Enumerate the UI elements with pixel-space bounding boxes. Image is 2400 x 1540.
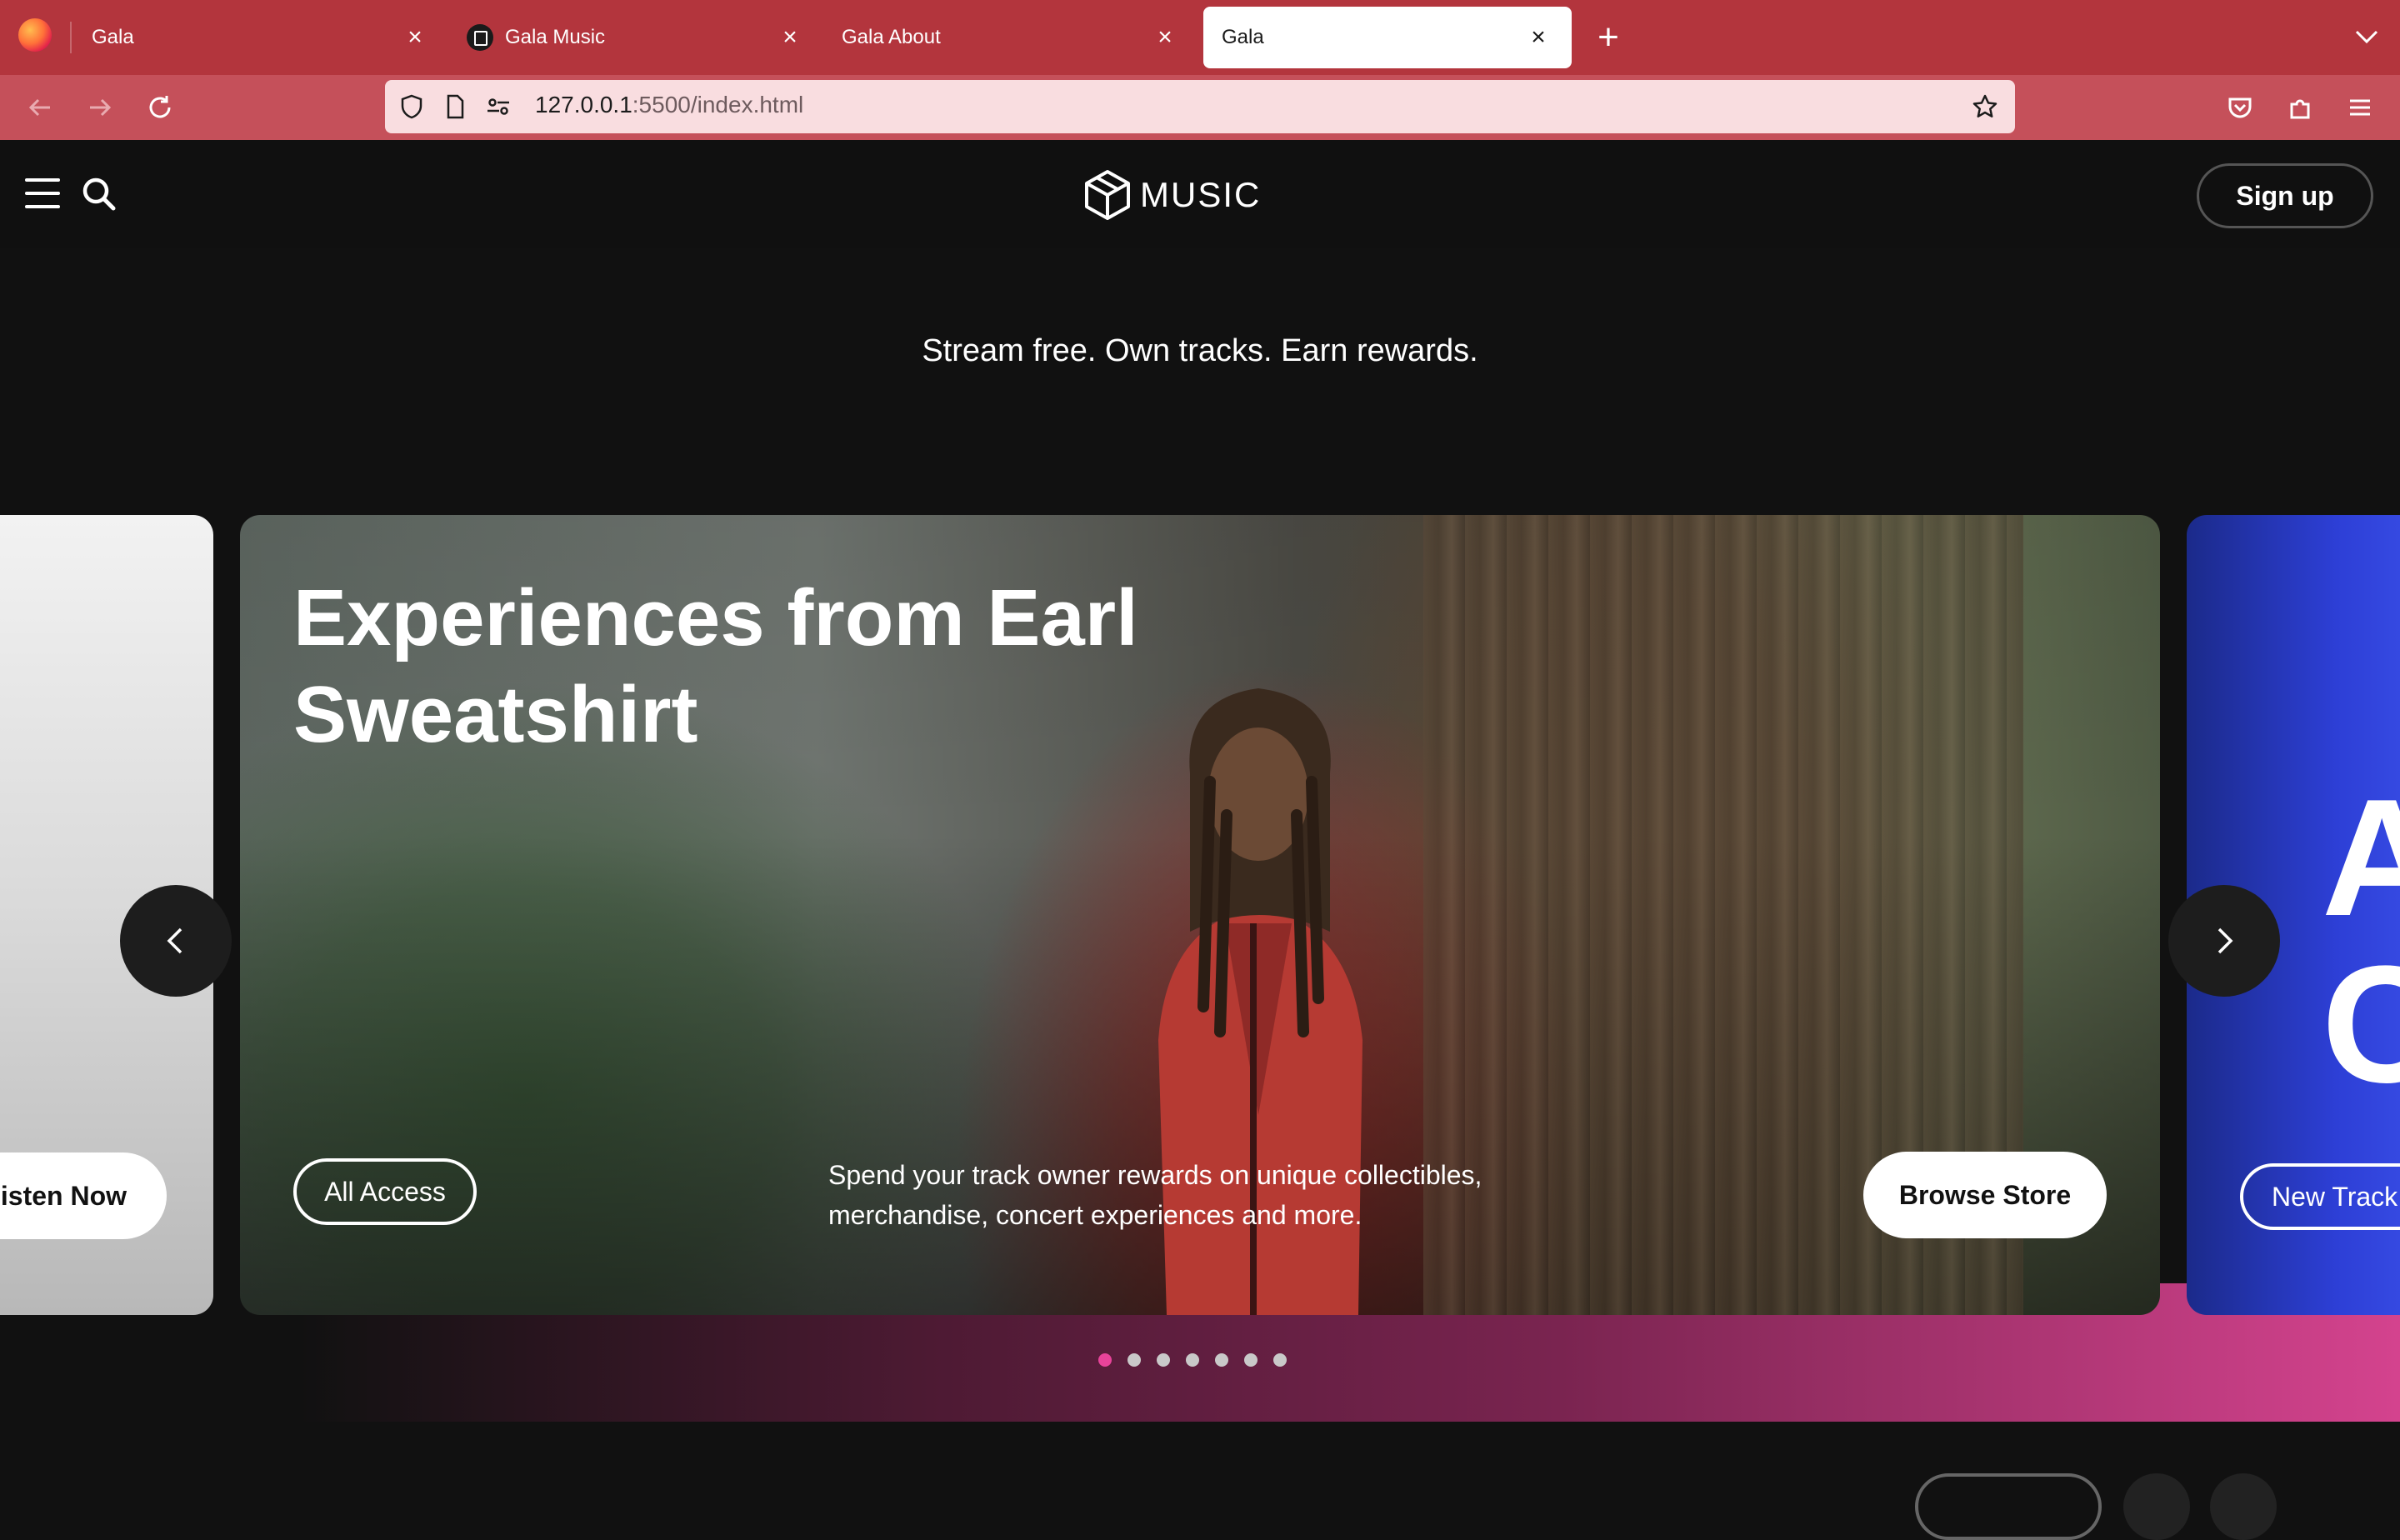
url-host: 127.0.0.1 <box>535 92 632 118</box>
menu-icon[interactable] <box>2343 91 2377 124</box>
tab-gala-about[interactable]: Gala About × <box>823 7 1198 68</box>
section-pill-button[interactable] <box>1915 1473 2102 1540</box>
browser-tab-bar: Gala × Gala Music × Gala About × Gala × … <box>0 0 2400 75</box>
browse-store-button[interactable]: Browse Store <box>1863 1152 2107 1238</box>
tab-separator <box>70 22 72 53</box>
gala-cube-icon <box>1085 170 1130 220</box>
all-access-button[interactable]: All Access <box>293 1158 477 1225</box>
chevron-right-icon <box>2218 928 2233 954</box>
permissions-icon[interactable] <box>485 93 512 120</box>
forward-icon[interactable] <box>83 91 117 124</box>
carousel-dot[interactable] <box>1157 1353 1170 1367</box>
page-icon[interactable] <box>442 93 468 120</box>
carousel-dots <box>1098 1353 1287 1367</box>
tab-label: Gala About <box>842 26 941 48</box>
shield-icon[interactable] <box>398 93 425 120</box>
hamburger-menu-icon[interactable] <box>25 178 60 208</box>
card-partial-letters: A C <box>2322 765 2400 1118</box>
card-title: Experiences from Earl Sweatshirt <box>293 573 1138 759</box>
close-icon[interactable]: × <box>400 22 430 52</box>
gala-icon <box>467 24 493 51</box>
close-icon[interactable]: × <box>1150 22 1180 52</box>
gala-music-logo[interactable]: MUSIC <box>1083 168 1261 222</box>
reload-icon[interactable] <box>143 91 177 124</box>
logo-text: MUSIC <box>1140 175 1262 214</box>
tab-gala-music[interactable]: Gala Music × <box>448 7 823 68</box>
tab-label: Gala <box>1222 26 1264 48</box>
firefox-icon[interactable] <box>18 18 52 52</box>
close-icon[interactable]: × <box>1523 22 1553 52</box>
tab-gala-active[interactable]: Gala × <box>1203 7 1572 68</box>
carousel-dot[interactable] <box>1128 1353 1141 1367</box>
site-header: MUSIC Sign up <box>0 140 2400 248</box>
carousel-dot[interactable] <box>1244 1353 1258 1367</box>
listen-now-button[interactable]: isten Now <box>0 1152 167 1239</box>
bookmark-star-icon[interactable] <box>1972 93 1998 120</box>
carousel-next-button[interactable] <box>2168 885 2280 997</box>
carousel-dot[interactable] <box>1273 1353 1287 1367</box>
section-prev-button[interactable] <box>2123 1473 2190 1540</box>
carousel-dot[interactable] <box>1186 1353 1199 1367</box>
new-track-button[interactable]: New Track <box>2240 1163 2400 1230</box>
chevron-down-icon[interactable] <box>2352 22 2382 52</box>
url-path: :5500/index.html <box>632 92 804 118</box>
carousel-dot[interactable] <box>1098 1353 1112 1367</box>
extensions-icon[interactable] <box>2283 91 2317 124</box>
tab-gala-1[interactable]: Gala × <box>73 7 448 68</box>
back-icon[interactable] <box>23 91 57 124</box>
carousel-card-main[interactable]: Experiences from Earl Sweatshirt All Acc… <box>240 515 2160 1315</box>
tab-label: Gala <box>92 26 134 48</box>
carousel-prev-button[interactable] <box>120 885 232 997</box>
search-icon[interactable] <box>80 175 118 213</box>
card-description: Spend your track owner rewards on unique… <box>828 1160 1482 1230</box>
url-bar[interactable]: 127.0.0.1:5500/index.html <box>385 80 2015 133</box>
section-next-button[interactable] <box>2210 1473 2277 1540</box>
new-tab-icon[interactable]: + <box>1590 19 1627 56</box>
sign-up-button[interactable]: Sign up <box>2197 163 2373 228</box>
close-icon[interactable]: × <box>775 22 805 52</box>
hero-tagline: Stream free. Own tracks. Earn rewards. <box>922 333 1478 368</box>
carousel-dot[interactable] <box>1215 1353 1228 1367</box>
url-text[interactable]: 127.0.0.1:5500/index.html <box>535 92 803 118</box>
tab-label: Gala Music <box>505 26 606 48</box>
pocket-icon[interactable] <box>2223 91 2257 124</box>
chevron-left-icon <box>167 928 182 954</box>
